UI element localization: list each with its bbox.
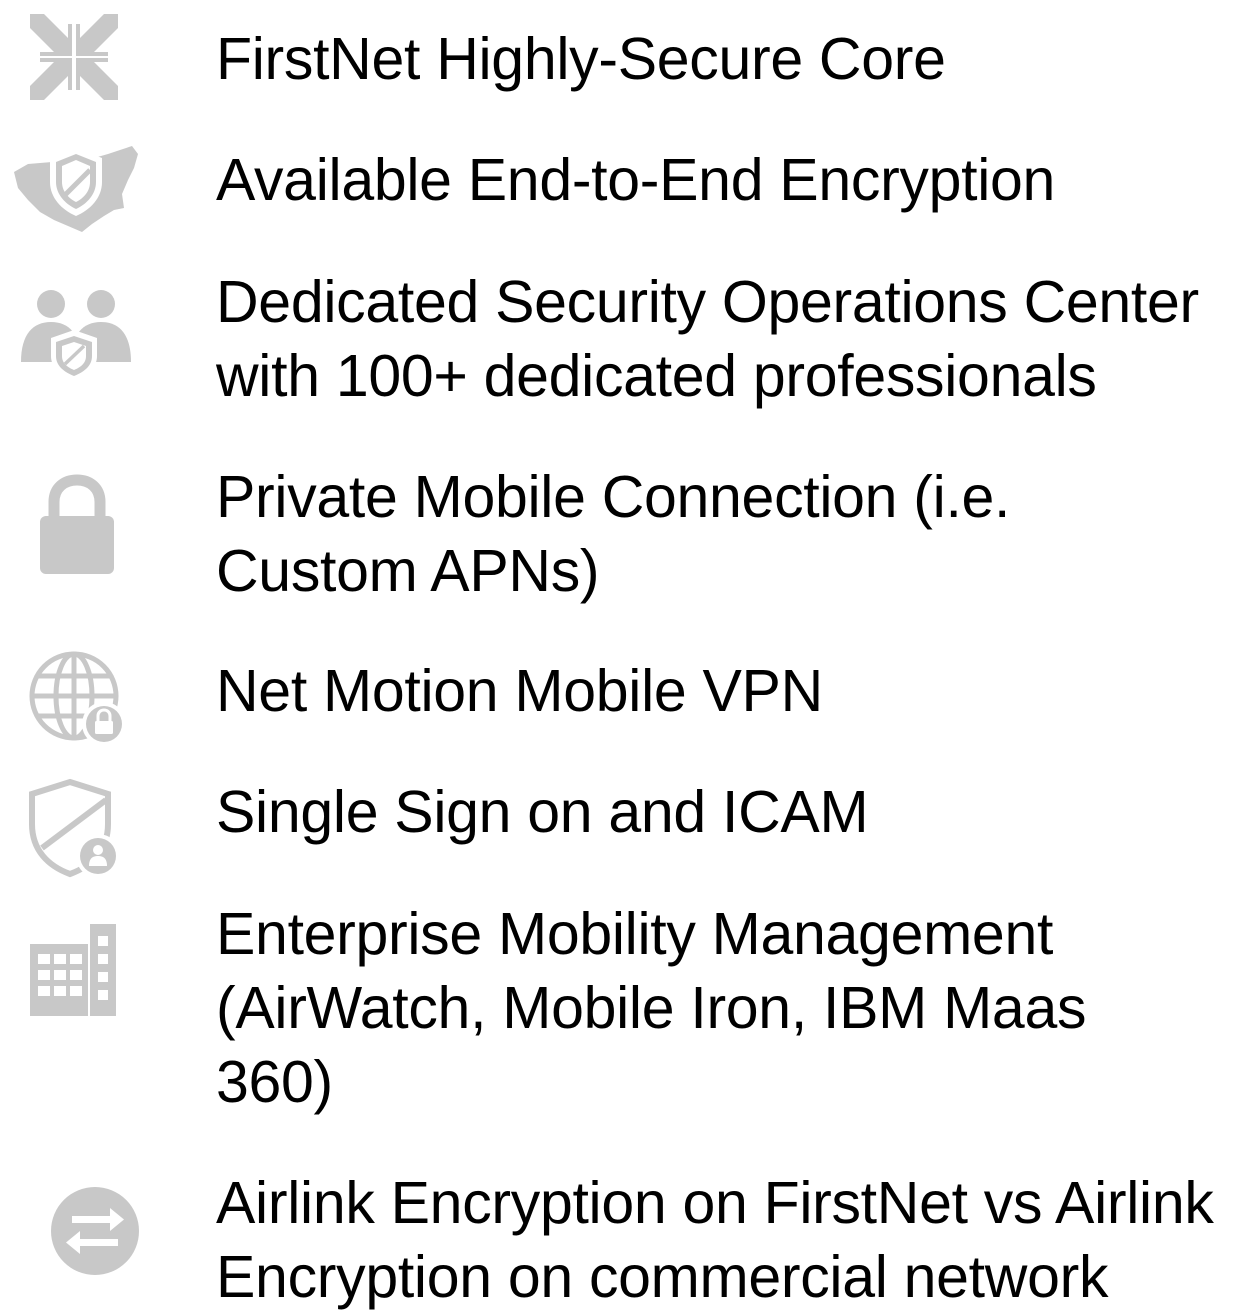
exchange-arrows-icon: [50, 1186, 140, 1276]
globe-lock-icon: [28, 650, 126, 746]
padlock-icon: [38, 474, 116, 576]
us-map-shield-icon: [10, 138, 142, 238]
feature-item-3: Dedicated Security Operations Center wit…: [216, 265, 1199, 413]
feature-line: Enterprise Mobility Management: [216, 901, 1054, 967]
feature-item-8: Airlink Encryption on FirstNet vs Airlin…: [216, 1166, 1214, 1314]
feature-line: Dedicated Security Operations Center: [216, 269, 1199, 335]
people-shield-icon: [17, 286, 133, 382]
feature-item-5: Net Motion Mobile VPN: [216, 654, 823, 728]
shield-user-icon: [28, 778, 120, 878]
feature-item-6: Single Sign on and ICAM: [216, 775, 869, 849]
compress-arrows-icon: [28, 12, 120, 102]
feature-item-7: Enterprise Mobility Management (AirWatch…: [216, 897, 1086, 1119]
feature-line: Airlink Encryption on FirstNet vs Airlin…: [216, 1170, 1214, 1236]
feature-line: Available End-to-End Encryption: [216, 147, 1056, 213]
feature-item-1: FirstNet Highly-Secure Core: [216, 22, 946, 96]
feature-line: 360): [216, 1049, 333, 1115]
feature-item-4: Private Mobile Connection (i.e. Custom A…: [216, 460, 1010, 608]
feature-line: with 100+ dedicated professionals: [216, 343, 1097, 409]
feature-line: Single Sign on and ICAM: [216, 779, 869, 845]
feature-line: Private Mobile Connection (i.e.: [216, 464, 1011, 530]
feature-line: Encryption on commercial network: [216, 1244, 1109, 1310]
feature-line: Net Motion Mobile VPN: [216, 658, 823, 724]
building-icon: [30, 922, 116, 1016]
feature-line: Custom APNs): [216, 538, 600, 604]
feature-item-2: Available End-to-End Encryption: [216, 143, 1055, 217]
feature-line: FirstNet Highly-Secure Core: [216, 26, 946, 92]
feature-line: (AirWatch, Mobile Iron, IBM Maas: [216, 975, 1087, 1041]
